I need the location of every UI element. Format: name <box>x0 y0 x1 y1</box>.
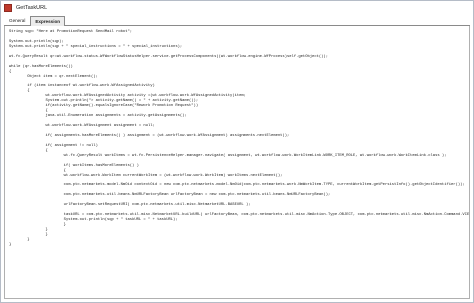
code-line: java.util.Enumeration assignments = acti… <box>9 114 187 119</box>
code-line: } <box>9 223 66 228</box>
code-line: { <box>9 148 48 153</box>
code-line: while (qr.hasMoreElements()) <box>9 64 73 69</box>
tab-expression[interactable]: Expression <box>30 16 66 26</box>
code-line: { <box>9 109 48 114</box>
code-line: if (item instanceof wt.workflow.work.WfA… <box>9 84 155 89</box>
app-icon <box>4 4 12 12</box>
code-line: com.ptc.netmarkets.model.NmOid contextOi… <box>9 183 465 188</box>
code-line: taskURL = com.ptc.netmarkets.util.misc.N… <box>9 213 470 218</box>
code-line: com.ptc.netmarkets.util.beans.NmURLFacto… <box>9 193 331 198</box>
code-line: } <box>9 237 30 242</box>
code-line: if( workItems.hasMoreElements() ) <box>9 163 139 168</box>
code-line: urlFactoryBean.setRequestURI( com.ptc.ne… <box>9 203 251 208</box>
window-title: GetTaskURL <box>16 5 48 11</box>
code-line: { <box>9 168 66 173</box>
code-line: } <box>9 232 48 237</box>
code-line: System.out.println("> activity.getName()… <box>9 99 199 104</box>
code-line: { <box>9 89 30 94</box>
code-line: Object item = qr.nextElement(); <box>9 74 98 79</box>
dialog-window: GetTaskURL General Expression String sqp… <box>0 0 474 303</box>
code-line: } <box>9 242 12 247</box>
code-line: if( assignments.hasMoreElements() ) assi… <box>9 133 290 138</box>
code-line: wt.workflow.work.WfAssignedActivity acti… <box>9 94 246 99</box>
code-line: String sqp= "Here at PromotionRequest Se… <box>9 30 133 34</box>
code-line: if(activity.getName().equalsIgnoreCase("… <box>9 104 199 109</box>
code-line: System.out.println(sqp); <box>9 39 64 44</box>
tab-bar: General Expression <box>4 16 470 26</box>
code-line: System.out.println(sqp + " special_instr… <box>9 44 183 49</box>
code-line: wt.workflow.work.WorkItem currentWorkIte… <box>9 173 283 178</box>
code-line: } <box>9 228 48 232</box>
code-line: if( assignment != null) <box>9 143 98 148</box>
code-line: wt.fc.QueryResult qr=wt.workflow.status.… <box>9 54 328 59</box>
code-line: wt.workflow.work.WfAssignment assignment… <box>9 124 155 129</box>
code-line: { <box>9 69 12 74</box>
title-bar: GetTaskURL <box>1 1 473 15</box>
code-line: wt.fc.QueryResult workItems = wt.fc.Pers… <box>9 153 447 158</box>
code-line: System.out.println(sqp + " taskURL = " +… <box>9 218 178 223</box>
expression-editor[interactable]: String sqp= "Here at PromotionRequest Se… <box>4 26 470 299</box>
tab-general[interactable]: General <box>4 16 30 25</box>
